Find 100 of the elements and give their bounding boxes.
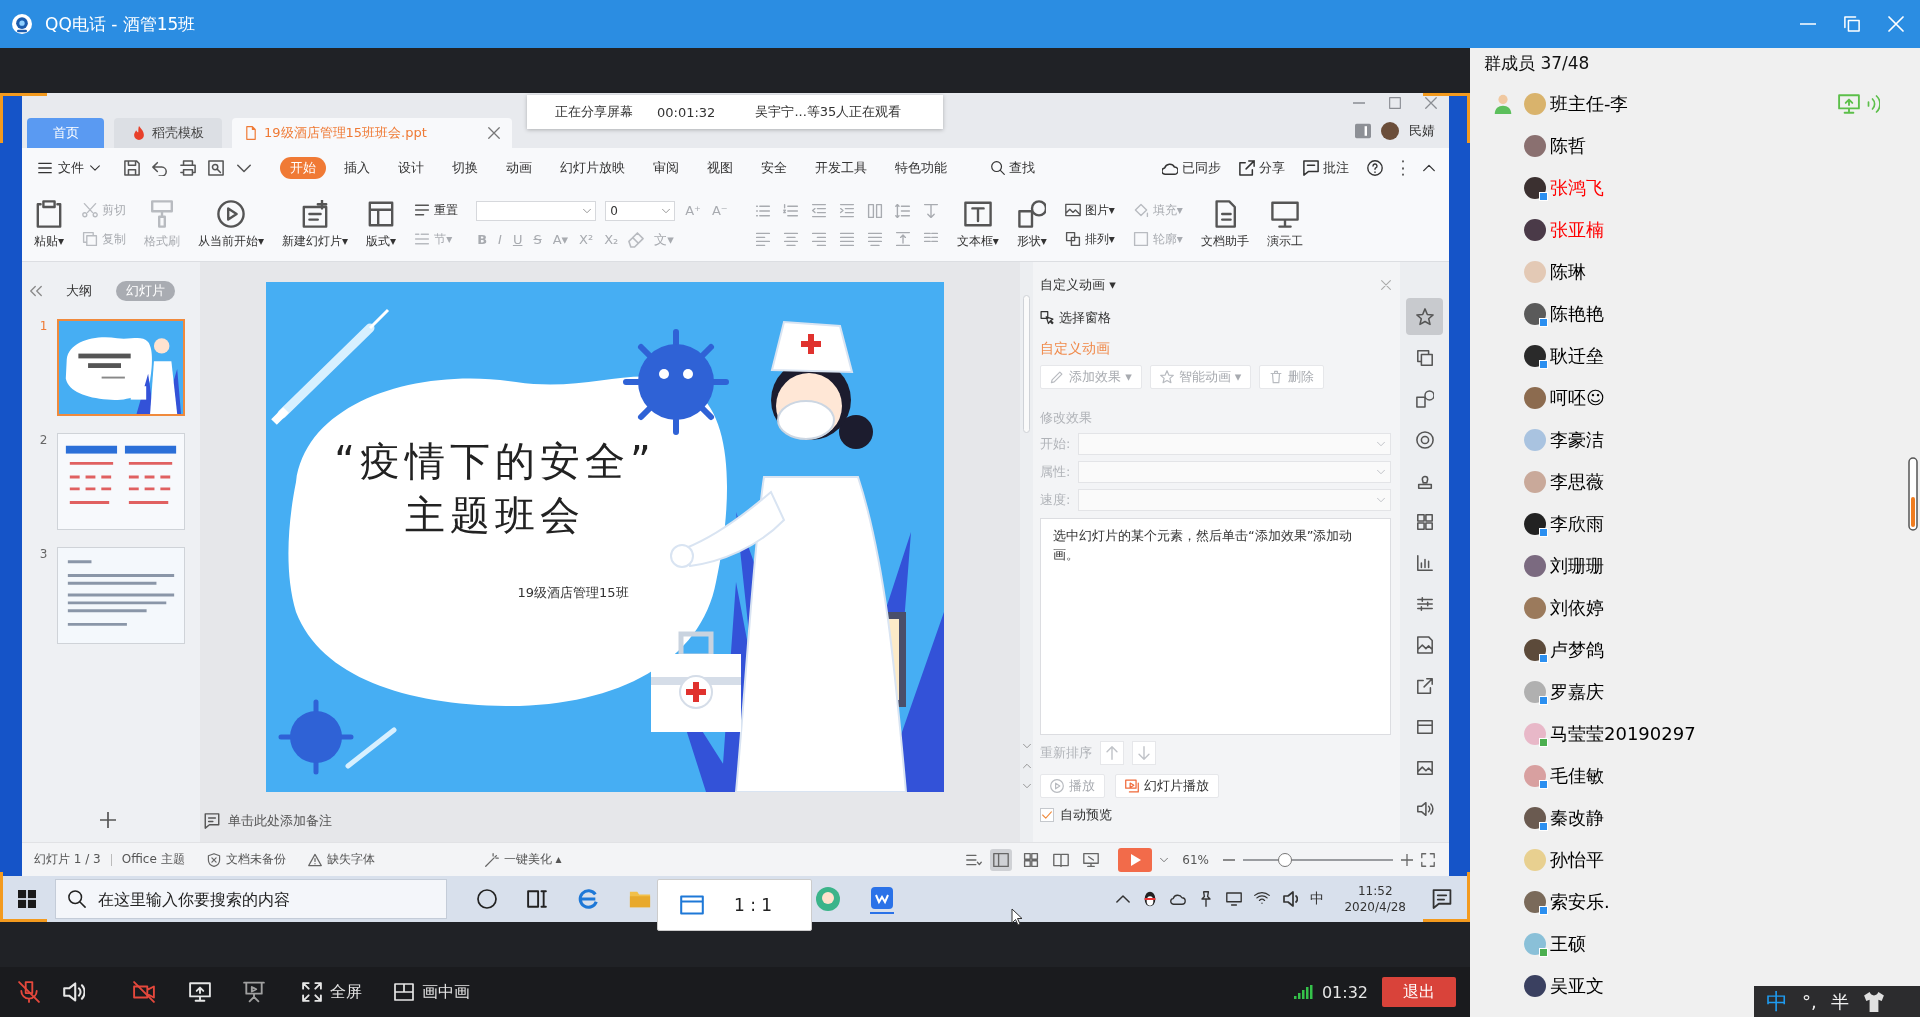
slide-number: 2 — [38, 433, 49, 449]
ribbon-command-label: 从当前开始▾ — [198, 232, 265, 250]
ribbon-tab-label: 插入 — [343, 159, 371, 177]
zoom-ratio-label: 1 : 1 — [734, 895, 773, 915]
text-style-label: I — [497, 232, 503, 247]
shield-icon — [206, 852, 221, 867]
shirt-icon — [1862, 990, 1885, 1013]
avatar — [1524, 597, 1546, 619]
frame-corner-marker — [0, 93, 47, 143]
scroll-down-icon — [1022, 742, 1031, 750]
warning-icon — [307, 852, 322, 867]
app-icon — [816, 887, 840, 911]
minimize-button[interactable] — [1798, 21, 1818, 27]
avatar — [1524, 765, 1546, 787]
more-icon — [1401, 160, 1405, 176]
ribbon-command-label: 演示工 — [1266, 232, 1303, 250]
cortana-circle-icon — [477, 889, 497, 909]
browser-icon — [577, 888, 599, 910]
search-icon — [991, 161, 1005, 175]
star-icon — [1415, 307, 1434, 326]
avatar — [1524, 345, 1546, 367]
member-name: 孙怡平 — [1550, 848, 1604, 872]
slide-number: 1 — [38, 319, 49, 335]
speaker-button[interactable] — [63, 981, 85, 1003]
share-screen-button[interactable] — [189, 981, 211, 1003]
picture-in-picture-button[interactable]: 画中画 — [394, 981, 470, 1003]
avatar — [1524, 891, 1546, 913]
ribbon-tab-label: 视图 — [706, 159, 734, 177]
minimize-icon — [1353, 102, 1365, 104]
ribbon-command-label: 排列▾ — [1084, 230, 1115, 248]
camera-off-icon — [133, 981, 155, 1003]
clock-time: 11:52 — [1357, 883, 1393, 899]
ribbon-command-label: 填充▾ — [1152, 201, 1183, 219]
file-menu-label: 文件 — [58, 159, 84, 177]
leave-button[interactable]: 退出 — [1382, 977, 1456, 1007]
menu-icon — [38, 161, 52, 175]
fit-window-icon — [1421, 852, 1435, 867]
presentation-button[interactable] — [243, 981, 265, 1003]
camera-button[interactable] — [133, 981, 155, 1003]
member-name: 李思薇 — [1550, 470, 1604, 494]
maximize-icon — [1389, 97, 1401, 109]
avatar — [1524, 513, 1546, 535]
ribbon-command-label: 节▾ — [434, 230, 453, 248]
caret-icon — [1160, 855, 1169, 864]
ribbon-command-label: 复制 — [102, 230, 127, 248]
restore-icon — [1844, 16, 1860, 32]
undo-icon — [152, 160, 168, 176]
chevron-up-icon — [1423, 162, 1435, 174]
checkbox-label: 自动预览 — [1060, 806, 1112, 824]
pen-icon — [1050, 370, 1064, 384]
search-field[interactable]: 在这里输入你要搜索的内容 — [55, 879, 447, 919]
fullscreen-button[interactable]: 全屏 — [302, 981, 362, 1003]
add-slide-icon — [301, 199, 330, 228]
caret-icon — [662, 206, 671, 215]
avatar — [1524, 93, 1546, 115]
text-style-label: S — [532, 232, 543, 247]
ribbon-command-label: 图片▾ — [1084, 201, 1115, 219]
call-duration: 01:32 — [1321, 982, 1368, 1002]
arrow-down-line-icon — [922, 202, 939, 219]
field-label: 速度: — [1040, 491, 1072, 509]
slide-title: “疫情下的安全” — [334, 438, 656, 484]
list-lines-icon — [414, 231, 431, 247]
font-size-field: 0 — [605, 200, 676, 221]
collapse-icon — [30, 285, 42, 297]
task-view-icon — [527, 889, 547, 909]
close-icon — [1888, 16, 1904, 32]
avatar — [1524, 261, 1546, 283]
square-outline-icon — [1132, 231, 1149, 247]
print-preview-icon — [208, 160, 224, 176]
avatar — [1524, 303, 1546, 325]
close-button[interactable] — [1886, 14, 1906, 34]
ribbon-command-label: 文本框▾ — [956, 232, 999, 250]
office-app-icon — [870, 886, 894, 914]
document-icon — [244, 126, 258, 140]
input-method-indicator: 中 — [1310, 890, 1325, 908]
section-heading: 修改效果 — [1040, 409, 1092, 427]
animation-action-button: 智能动画 ▾ — [1149, 365, 1252, 389]
microphone-button[interactable] — [18, 981, 40, 1003]
member-name: 呵呸☺ — [1550, 386, 1605, 410]
ribbon-command-label: 文档助手 — [1200, 232, 1249, 250]
member-name: 耿迁垒 — [1550, 344, 1604, 368]
reorder-label: 重新排序 — [1040, 744, 1092, 762]
section-heading: 自定义动画 — [1040, 339, 1110, 357]
close-icon — [1381, 280, 1391, 290]
member-name: 李豪洁 — [1550, 428, 1604, 452]
minimize-icon — [1800, 23, 1816, 25]
muted-microphone-icon — [18, 981, 40, 1003]
avatar — [1524, 639, 1546, 661]
layout-icon — [367, 199, 396, 228]
avatar — [1524, 387, 1546, 409]
mouse-pointer-icon — [1011, 908, 1023, 926]
input-mode-label: 中 — [1766, 987, 1788, 1016]
notes-prompt: 单击此处添加备注 — [228, 812, 332, 830]
ribbon-command-label: 重置 — [434, 201, 459, 219]
clipboard-icon — [35, 199, 63, 228]
member-count-title: 群成员 37/48 — [1483, 52, 1590, 75]
screen-share-icon — [189, 981, 211, 1003]
restore-button[interactable] — [1842, 14, 1862, 34]
text-style-label: X₂ — [603, 232, 620, 247]
slide-number: 3 — [38, 547, 49, 563]
